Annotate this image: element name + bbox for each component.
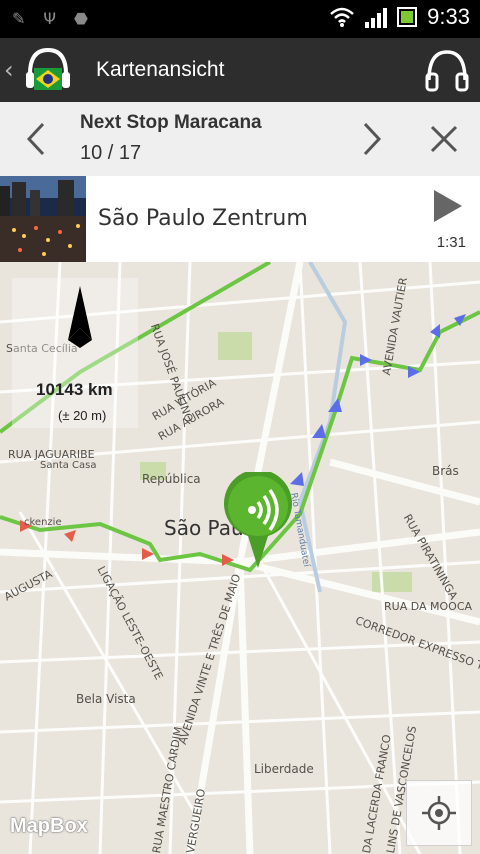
battery-icon (397, 7, 418, 27)
chevron-right-icon (363, 122, 382, 156)
map-label-rua-da-mooca: RUA DA MOOCA (384, 600, 473, 613)
audio-location-marker[interactable] (222, 472, 294, 568)
signal-icon (365, 6, 388, 28)
map-view[interactable]: Santa Cecília RUA JOSÉ PAULINO RUA JAGUA… (0, 262, 480, 854)
usb-debug-icon: ✎ (12, 9, 26, 28)
stop-counter: 10 / 17 (80, 142, 142, 164)
track-thumbnail (0, 176, 86, 262)
map-label-santa-casa: Santa Casa (40, 460, 97, 471)
notification-icons: ✎ Ψ ⬣ (12, 8, 88, 30)
wifi-icon (330, 7, 355, 27)
crosshair-icon (422, 796, 456, 830)
map-label-bela-vista: Bela Vista (76, 692, 136, 706)
track-duration: 1:31 (436, 234, 466, 251)
clock: 9:33 (427, 4, 470, 29)
north-arrow-icon (68, 286, 92, 348)
distance-readout: 10143 km (36, 380, 113, 399)
close-icon (430, 125, 458, 153)
close-button[interactable] (414, 102, 474, 176)
brazil-flag-headphones-logo[interactable] (24, 46, 72, 94)
audio-track-bar[interactable]: São Paulo Zentrum 1:31 (0, 176, 480, 263)
next-stop-title: Next Stop Maracana (80, 112, 262, 133)
next-stop-bar: Next Stop Maracana 10 / 17 (0, 102, 480, 177)
my-location-button[interactable] (406, 780, 472, 846)
action-bar: ‹ Kartenansicht (0, 38, 480, 102)
usb-icon: Ψ (43, 9, 56, 28)
map-label-bras: Brás (432, 464, 459, 478)
android-icon: ⬣ (74, 9, 88, 28)
status-bar: ✎ Ψ ⬣ 9:33 (0, 0, 480, 38)
system-icons: 9:33 (329, 4, 470, 30)
back-chevron-icon[interactable]: ‹ (4, 56, 14, 84)
chevron-left-icon (26, 122, 45, 156)
direction-compass: 10143 km (± 20 m) (12, 278, 138, 428)
map-label-ackenzie: ckenzie (24, 517, 62, 528)
headphones-icon[interactable] (424, 48, 470, 92)
map-label-republica: República (142, 472, 201, 486)
map-label-liberdade: Liberdade (254, 762, 314, 776)
mapbox-attribution: MapBox (10, 815, 88, 837)
previous-stop-button[interactable] (6, 102, 66, 176)
next-stop-button[interactable] (342, 102, 402, 176)
track-title: São Paulo Zentrum (98, 206, 308, 231)
play-icon[interactable] (432, 188, 464, 224)
screen-title: Kartenansicht (96, 58, 225, 81)
accuracy-readout: (± 20 m) (58, 408, 107, 423)
